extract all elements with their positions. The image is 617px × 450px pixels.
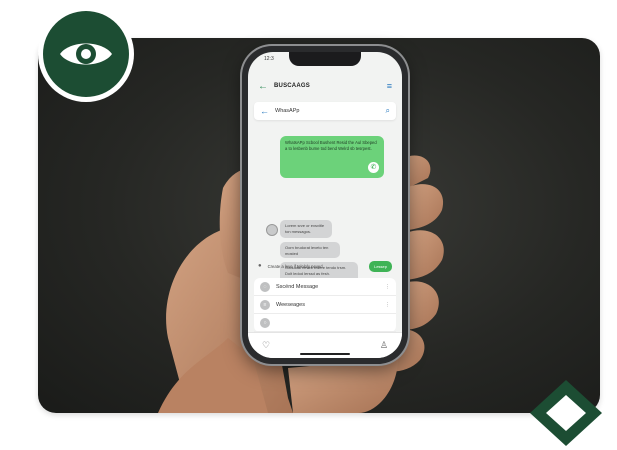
- diamond-logo-icon: [530, 380, 602, 446]
- message-composer[interactable]: ● Create a leve if telololy neved Lessep: [254, 258, 396, 274]
- app-header: ← BUSCAAGS ≡: [248, 76, 402, 96]
- person-icon: ●: [258, 263, 262, 269]
- send-button[interactable]: Lessep: [369, 260, 392, 272]
- incoming-message: Lorem srve or exsvitle ton messagos.: [280, 220, 332, 238]
- eye-icon: [60, 43, 112, 65]
- avatar: [266, 224, 278, 236]
- chat-thread: WhatsAPp Scbool Bushent Resid the Aul Sb…: [248, 128, 402, 292]
- list-item-label: Sscénd Message: [276, 283, 319, 290]
- arrow-left-icon[interactable]: ←: [260, 106, 269, 116]
- phone-screen: 12:3 ← BUSCAAGS ≡ ← WhasAPp ⌕ WhatsAPp S…: [248, 52, 402, 358]
- whatsapp-icon: ✆: [368, 162, 379, 173]
- home-indicator: [300, 353, 350, 355]
- chat-icon: ◌: [260, 281, 270, 292]
- more-icon[interactable]: ⋮: [385, 284, 390, 290]
- circle-icon: ○: [260, 317, 270, 328]
- smartphone: 12:3 ← BUSCAAGS ≡ ← WhasAPp ⌕ WhatsAPp S…: [242, 46, 408, 364]
- message-list: ◌ Sscénd Message ⋮ ≡ Weeseages ⋮ ○: [254, 278, 396, 332]
- list-icon: ≡: [260, 299, 270, 310]
- composer-input[interactable]: Create a leve if telololy neved: [268, 264, 369, 269]
- outgoing-message: WhatsAPp Scbool Bushent Resid the Aul Sb…: [280, 136, 384, 178]
- more-icon[interactable]: ⋮: [385, 302, 390, 308]
- app-title: BUSCAAGS: [274, 83, 310, 89]
- menu-icon[interactable]: ≡: [387, 81, 392, 91]
- list-item[interactable]: ○: [254, 314, 396, 332]
- search-bar[interactable]: ← WhasAPp ⌕: [254, 102, 396, 120]
- phone-notch: [289, 52, 361, 66]
- arrow-left-icon[interactable]: ←: [258, 81, 268, 92]
- list-item[interactable]: ≡ Weeseages ⋮: [254, 296, 396, 314]
- list-item-label: Weeseages: [276, 301, 305, 308]
- search-icon[interactable]: ⌕: [386, 106, 390, 116]
- search-input[interactable]: WhasAPp: [275, 108, 386, 114]
- status-time: 12:3: [264, 56, 274, 62]
- incoming-message: Oorn brudorat leveto ten mosted: [280, 242, 340, 258]
- heart-icon[interactable]: ♡: [262, 340, 270, 351]
- profile-icon[interactable]: ♙: [380, 340, 388, 351]
- eye-logo-badge: [38, 6, 134, 102]
- outgoing-message-text: WhatsAPp Scbool Bushent Resid the Aul Sb…: [285, 140, 377, 152]
- list-item[interactable]: ◌ Sscénd Message ⋮: [254, 278, 396, 296]
